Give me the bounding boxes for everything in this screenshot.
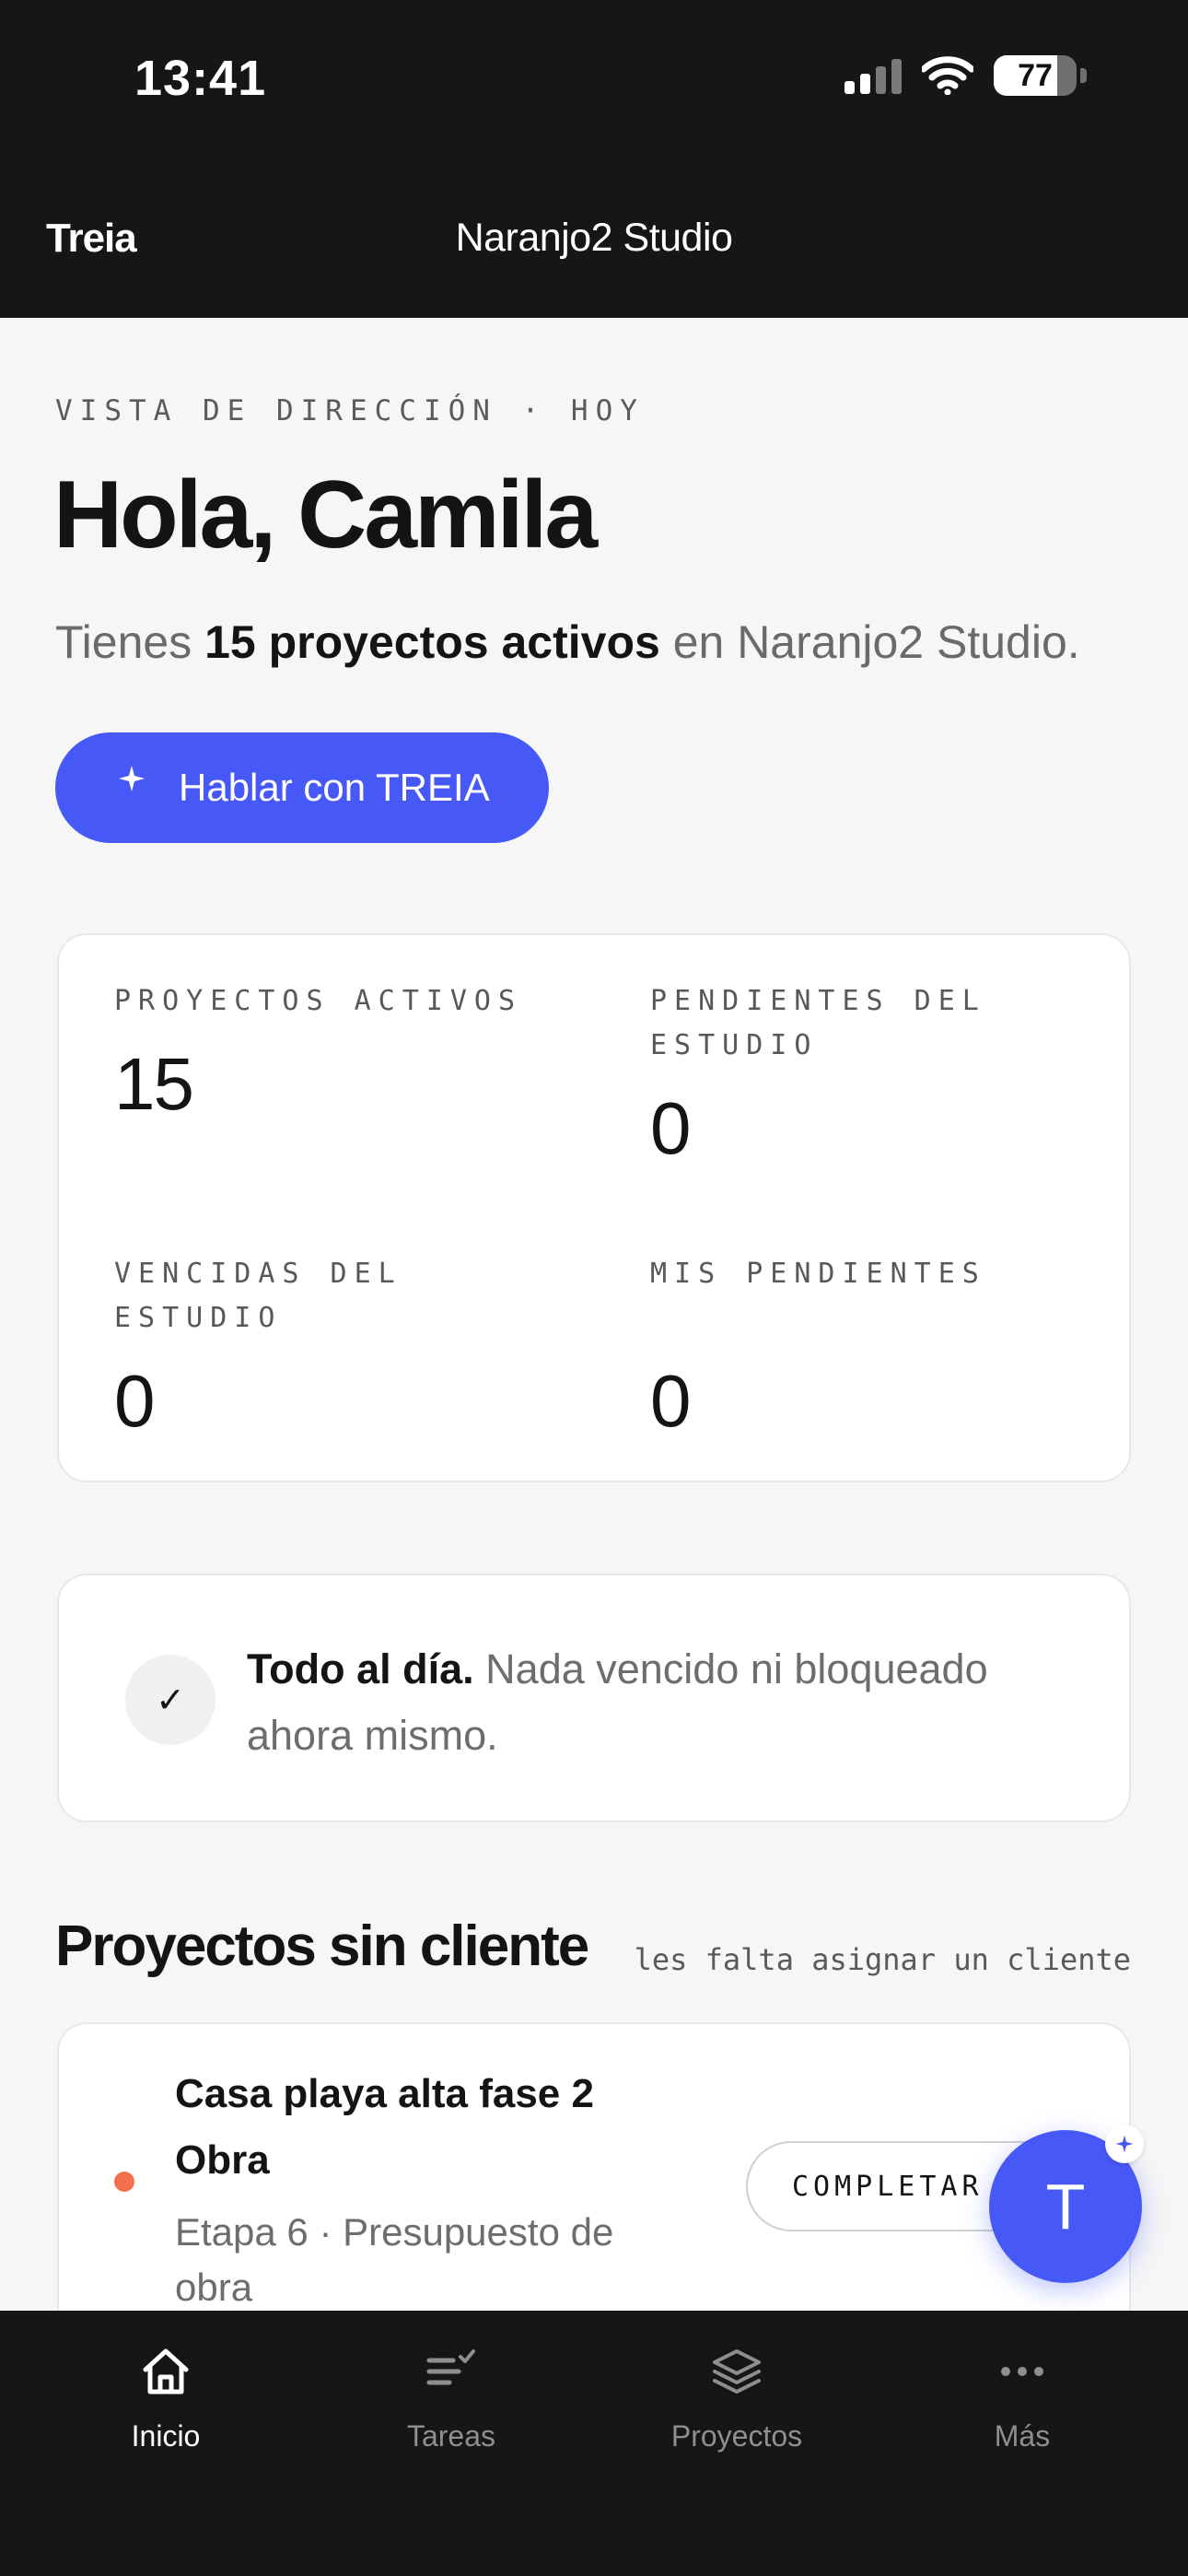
tab-mas[interactable]: Más	[875, 2346, 1170, 2453]
fab-label: T	[1045, 2171, 1086, 2242]
all-clear-card: ✓ Todo al día. Nada vencido ni bloqueado…	[57, 1574, 1131, 1822]
stat-value: 0	[650, 1087, 692, 1169]
check-icon: ✓	[125, 1655, 215, 1745]
tab-label: Inicio	[131, 2419, 201, 2453]
summary-suffix: en Naranjo2 Studio.	[659, 616, 1080, 668]
tab-label: Tareas	[406, 2419, 496, 2453]
stat-label: MIS PENDIENTES	[650, 1258, 986, 1290]
studio-name[interactable]: Naranjo2 Studio	[0, 216, 1188, 261]
tab-bar: Inicio Tareas Proyectos Más	[0, 2311, 1188, 2576]
tab-label: Proyectos	[670, 2419, 803, 2453]
talk-to-treia-button[interactable]: Hablar con TREIA	[55, 732, 549, 843]
app-header: 13:41 77 Treia Naranjo2 Studio	[0, 0, 1188, 318]
all-clear-title: Todo al día.	[247, 1645, 474, 1692]
all-clear-message: Todo al día. Nada vencido ni bloqueado a…	[247, 1636, 1076, 1769]
stat-my-pending[interactable]: MIS PENDIENTES 0	[650, 1252, 1037, 1444]
stat-label: PENDIENTES DEL ESTUDIO	[650, 985, 986, 1061]
tab-tareas[interactable]: Tareas	[304, 2346, 599, 2453]
section-title: Proyectos sin cliente	[55, 1914, 589, 1978]
projects-summary: Tienes 15 proyectos activos en Naranjo2 …	[55, 615, 1080, 669]
project-card[interactable]: Casa playa alta fase 2 Obra Etapa 6 · Pr…	[57, 2022, 1131, 2354]
battery-level: 77	[1018, 57, 1053, 93]
stat-value: 0	[114, 1360, 156, 1442]
stat-label: PROYECTOS ACTIVOS	[114, 985, 523, 1017]
cta-label: Hablar con TREIA	[179, 766, 490, 809]
summary-highlight: 15 proyectos activos	[204, 616, 660, 668]
tab-label: Más	[994, 2419, 1051, 2453]
tab-proyectos[interactable]: Proyectos	[589, 2346, 884, 2453]
status-icons: 77	[844, 55, 1087, 96]
more-icon	[1001, 2367, 1043, 2376]
summary-prefix: Tienes	[55, 616, 205, 668]
cellular-signal-icon	[844, 57, 902, 94]
home-icon	[143, 2348, 189, 2395]
project-title: Casa playa alta fase 2 Obra	[175, 2071, 594, 2183]
stat-value: 0	[650, 1360, 692, 1442]
status-time: 13:41	[134, 51, 267, 106]
stat-value: 15	[114, 1043, 194, 1125]
status-dot	[114, 2172, 134, 2192]
project-meta: Etapa 6 · Presupuesto de obra	[175, 2210, 614, 2309]
sparkle-icon	[119, 766, 145, 791]
stat-label: VENCIDAS DEL ESTUDIO	[114, 1258, 402, 1334]
view-eyebrow: VISTA DE DIRECCIÓN · HOY	[55, 394, 645, 427]
section-subtitle: les falta asignar un cliente	[634, 1942, 1131, 1977]
greeting-title: Hola, Camila	[53, 462, 598, 568]
stat-studio-overdue[interactable]: VENCIDAS DEL ESTUDIO 0	[114, 1252, 464, 1444]
layers-icon	[713, 2349, 761, 2394]
wifi-icon	[922, 56, 973, 95]
battery-tip	[1080, 68, 1087, 83]
battery-icon: 77	[994, 55, 1077, 96]
tasks-icon	[426, 2349, 475, 2385]
stats-card: PROYECTOS ACTIVOS 15 PENDIENTES DEL ESTU…	[57, 933, 1131, 1482]
sparkle-badge-icon	[1105, 2125, 1144, 2163]
stat-studio-pending[interactable]: PENDIENTES DEL ESTUDIO 0	[650, 979, 1037, 1171]
tab-inicio[interactable]: Inicio	[18, 2346, 313, 2453]
stat-active-projects[interactable]: PROYECTOS ACTIVOS 15	[114, 979, 593, 1127]
